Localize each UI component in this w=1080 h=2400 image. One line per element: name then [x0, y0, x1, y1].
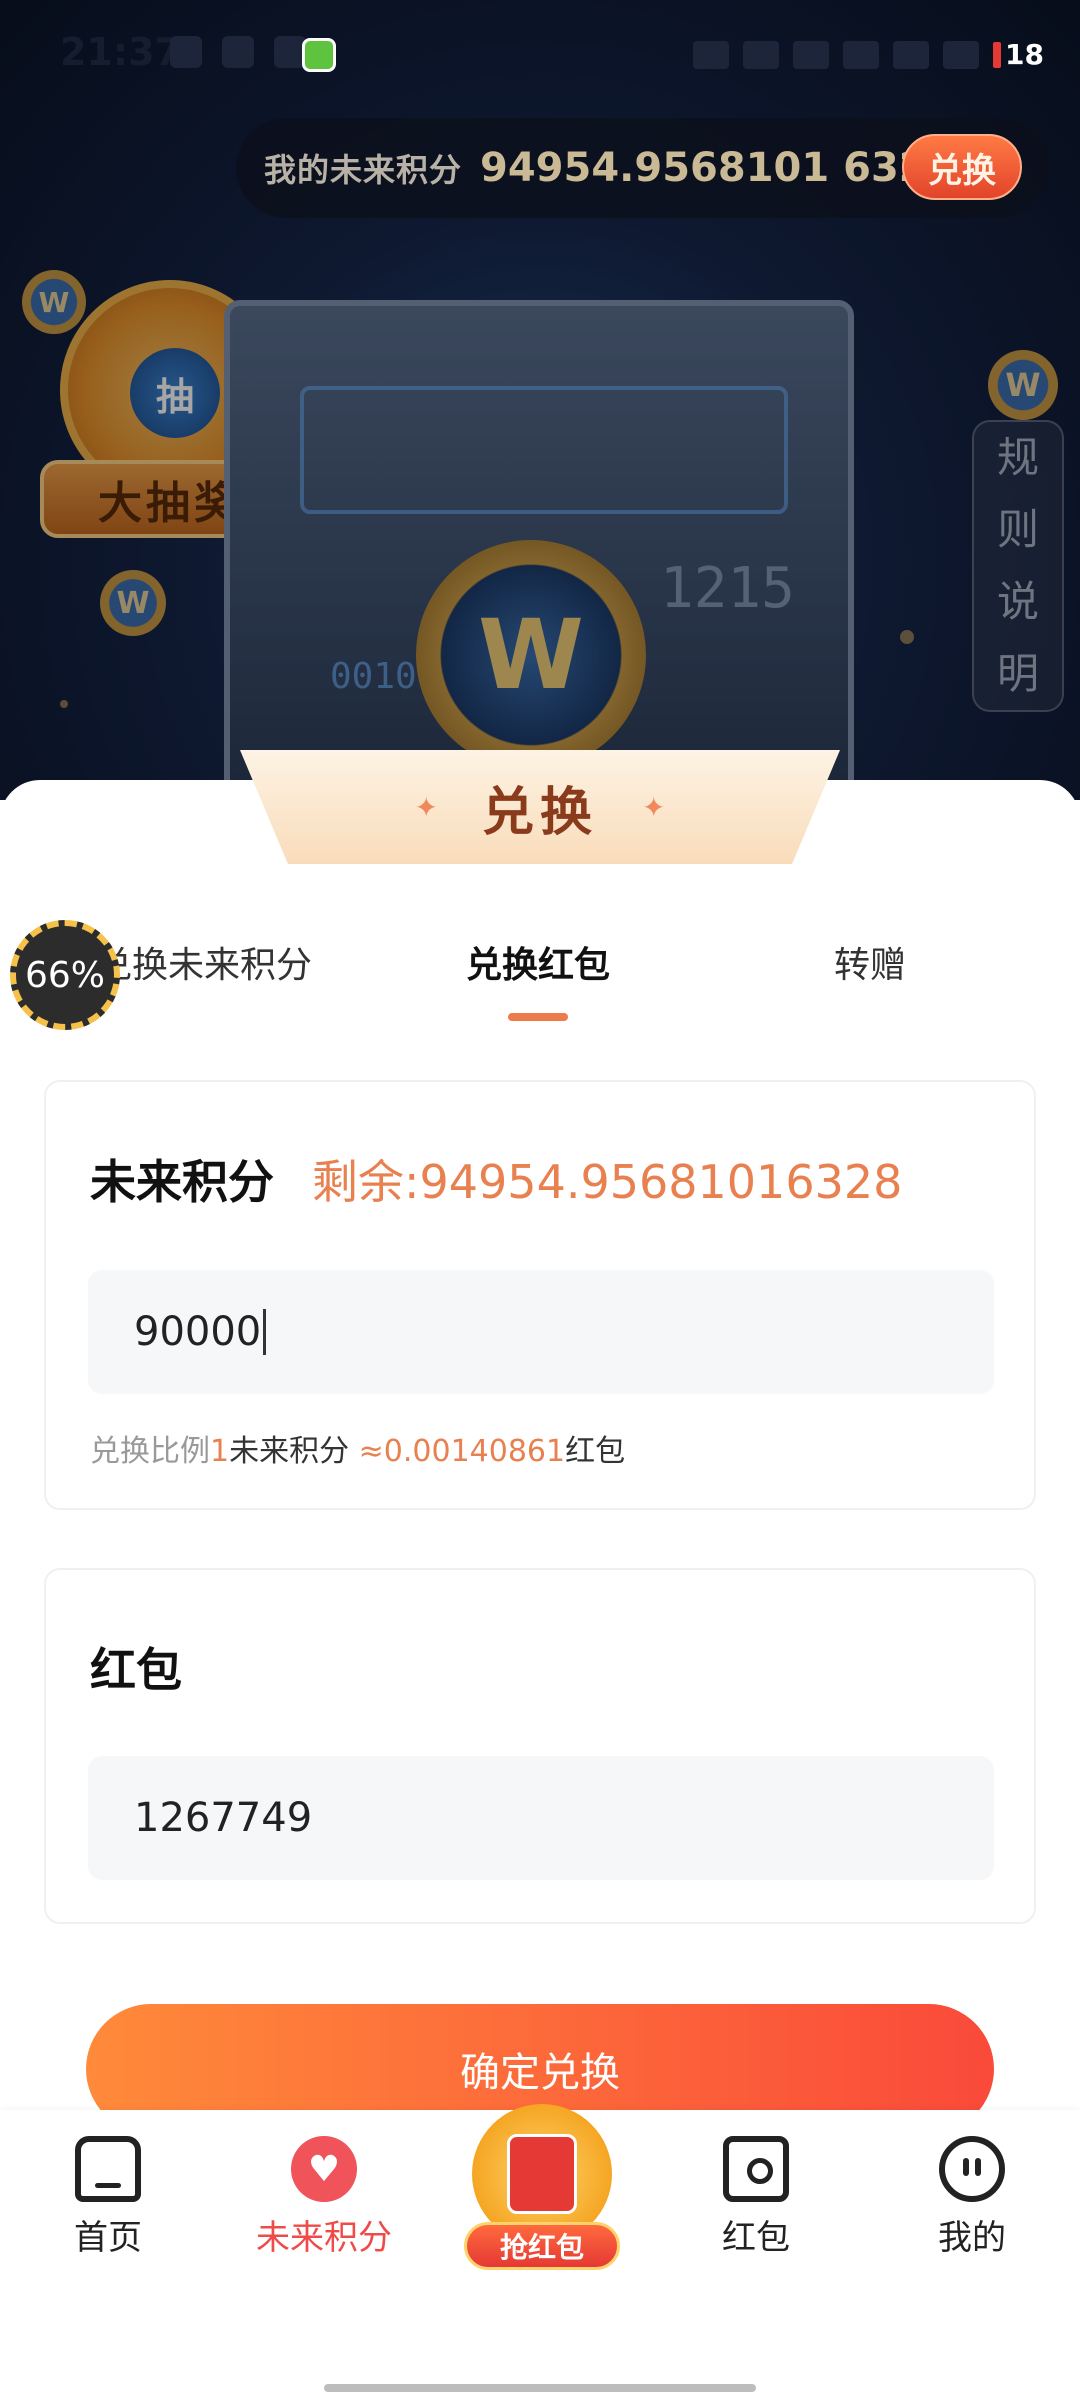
my-points-bar: 我的未来积分 94954.9568101 6328 兑换	[236, 118, 1050, 218]
nav-label-redpacket: 红包	[722, 2218, 790, 2258]
nav-label-home: 首页	[74, 2218, 142, 2258]
tab-exchange-points[interactable]: 兑换未来积分	[96, 936, 312, 988]
ratio-one: 1	[210, 1434, 230, 1469]
exchange-tabs: 兑换未来积分 兑换红包 转赠	[0, 920, 1080, 1040]
status-bar: 21:37 18	[0, 0, 1080, 110]
exchange-title: 兑换	[481, 782, 598, 843]
nav-label-points: 未来积分	[256, 2218, 392, 2258]
app-notification-icon	[302, 38, 336, 72]
grab-redpacket-button[interactable]: 抢红包	[462, 2104, 622, 2274]
points-amount-input[interactable]: 90000	[88, 1270, 994, 1394]
remaining-points: 剩余:94954.95681016328	[312, 1146, 902, 1212]
sparkle-icon: ✦	[414, 790, 438, 824]
alarm-clock-icon	[693, 40, 730, 69]
redpacket-amount-field[interactable]: 1267749	[88, 1756, 994, 1880]
nav-item-redpacket[interactable]: 红包	[666, 2136, 846, 2259]
battery-icon	[993, 41, 1002, 68]
battery-indicator: 18	[993, 38, 1044, 71]
nav-item-mine[interactable]: 我的	[882, 2136, 1062, 2259]
status-time: 21:37	[60, 30, 181, 74]
cloud-icon	[222, 36, 254, 68]
text-caret	[263, 1309, 267, 1355]
ratio-unit: 未来积分	[229, 1434, 350, 1469]
my-points-value: 94954.9568101 6328	[480, 145, 955, 191]
points-input-section: 未来积分 剩余:94954.95681016328 90000 兑换比例1未来积…	[44, 1080, 1036, 1510]
signal-icon	[893, 40, 930, 69]
points-title: 未来积分	[90, 1155, 274, 1209]
redpacket-section: 红包 1267749	[44, 1568, 1036, 1924]
heart-icon: ♥	[291, 2136, 357, 2202]
bluetooth-icon	[743, 40, 780, 69]
volte-icon	[843, 40, 880, 69]
tab-transfer[interactable]: 转赠	[834, 936, 906, 988]
exchange-ratio: 兑换比例1未来积分 ≈0.00140861红包	[90, 1426, 625, 1470]
progress-badge[interactable]: 66%	[10, 920, 120, 1030]
sparkle-icon: ✦	[642, 790, 666, 824]
remaining-label: 剩余:	[312, 1155, 420, 1209]
nav-label-mine: 我的	[938, 2218, 1006, 2258]
face-icon	[939, 2136, 1005, 2202]
hero-banner: 抽 大抽奖 W W W 1215 001000 W 规 则 说 明 21:37	[0, 0, 1080, 800]
tab-exchange-redpacket[interactable]: 兑换红包	[466, 936, 610, 988]
battery-level: 18	[1005, 38, 1044, 71]
status-icons	[170, 36, 306, 68]
grab-label: 抢红包	[464, 2222, 620, 2270]
ratio-value: ≈0.00140861	[358, 1434, 566, 1469]
header-exchange-button[interactable]: 兑换	[902, 134, 1022, 200]
network-speed-icon	[793, 40, 830, 69]
red-envelope-icon	[507, 2134, 577, 2214]
home-icon	[75, 2136, 141, 2202]
alarm-icon	[170, 36, 202, 68]
ratio-suffix: 红包	[565, 1434, 626, 1469]
exchange-title-banner: ✦ 兑换 ✦	[240, 750, 840, 864]
points-amount-value: 90000	[134, 1309, 262, 1355]
nav-item-home[interactable]: 首页	[18, 2136, 198, 2259]
ratio-prefix: 兑换比例	[90, 1434, 210, 1469]
active-tab-indicator	[508, 1013, 568, 1021]
redpacket-amount-value: 1267749	[134, 1795, 313, 1841]
wifi-icon	[943, 40, 980, 69]
nav-item-points[interactable]: ♥ 未来积分	[234, 2136, 414, 2259]
redpacket-title: 红包	[90, 1643, 182, 1697]
my-points-label: 我的未来积分	[264, 151, 463, 189]
remaining-value: 94954.95681016328	[419, 1155, 903, 1209]
home-indicator[interactable]	[324, 2384, 756, 2392]
envelope-icon	[723, 2136, 789, 2202]
status-right: 18	[693, 38, 1044, 71]
